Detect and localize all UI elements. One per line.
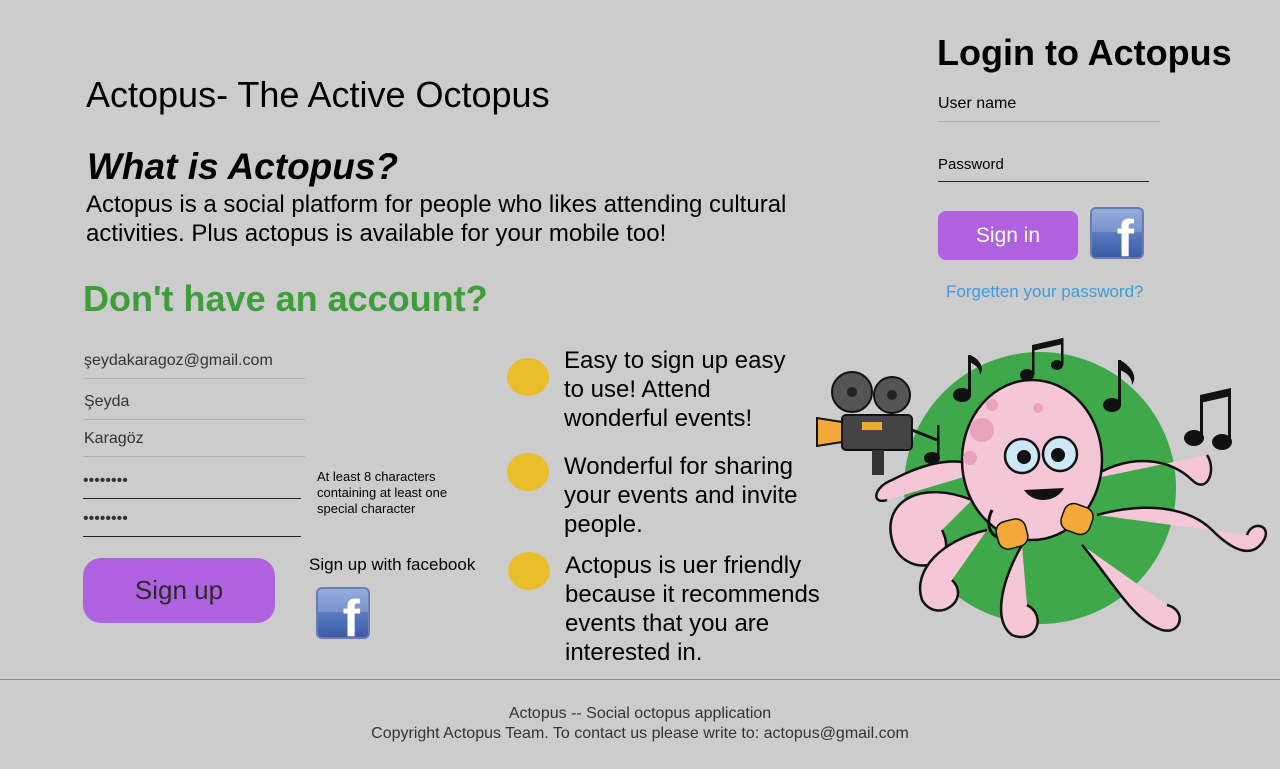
footer-copyright: Copyright Actopus Team. To contact us pl…	[371, 725, 909, 742]
last-name-field[interactable]: Karagöz	[84, 430, 305, 457]
password-input[interactable]: Password	[938, 156, 1149, 182]
sign-in-button[interactable]: Sign in	[938, 211, 1078, 260]
signup-heading: Don't have an account?	[83, 278, 488, 319]
page-footer: Actopus -- Social octopus application Co…	[0, 679, 1280, 769]
feature-text-2: Wonderful for sharing your events and in…	[564, 453, 798, 538]
feature-bullet-2	[507, 453, 549, 491]
what-is-description: Actopus is a social platform for people …	[86, 191, 787, 247]
sign-up-button[interactable]: Sign up	[83, 558, 275, 623]
feature-text-3: Actopus is uer friendly because it recom…	[565, 552, 820, 666]
site-title: Actopus- The Active Octopus	[86, 74, 550, 115]
first-name-field[interactable]: Şeyda	[84, 393, 305, 420]
feature-text-1: Easy to sign up easy to use! Attend wond…	[564, 347, 786, 432]
feature-bullet-1	[507, 358, 549, 396]
feature-bullet-3	[508, 552, 550, 590]
password-hint: At least 8 characters containing at leas…	[317, 469, 448, 516]
forgot-password-link[interactable]: Forgetten your password?	[946, 282, 1144, 302]
username-input[interactable]: User name	[938, 95, 1160, 122]
login-title: Login to Actopus	[937, 32, 1232, 73]
octopus-mascot-illustration	[816, 338, 1268, 639]
facebook-icon: f	[342, 590, 360, 639]
password-confirm-field[interactable]: ••••••••	[83, 510, 301, 537]
facebook-login-button[interactable]: f	[1090, 207, 1144, 259]
password-field[interactable]: ••••••••	[83, 472, 301, 499]
facebook-signup-label: Sign up with facebook	[309, 555, 476, 574]
facebook-signup-button[interactable]: f	[316, 587, 370, 639]
email-field[interactable]: şeydakaragoz@gmail.com	[84, 352, 305, 379]
what-is-heading: What is Actopus?	[87, 146, 399, 187]
facebook-icon: f	[1116, 210, 1134, 259]
footer-tagline: Actopus -- Social octopus application	[508, 705, 772, 722]
